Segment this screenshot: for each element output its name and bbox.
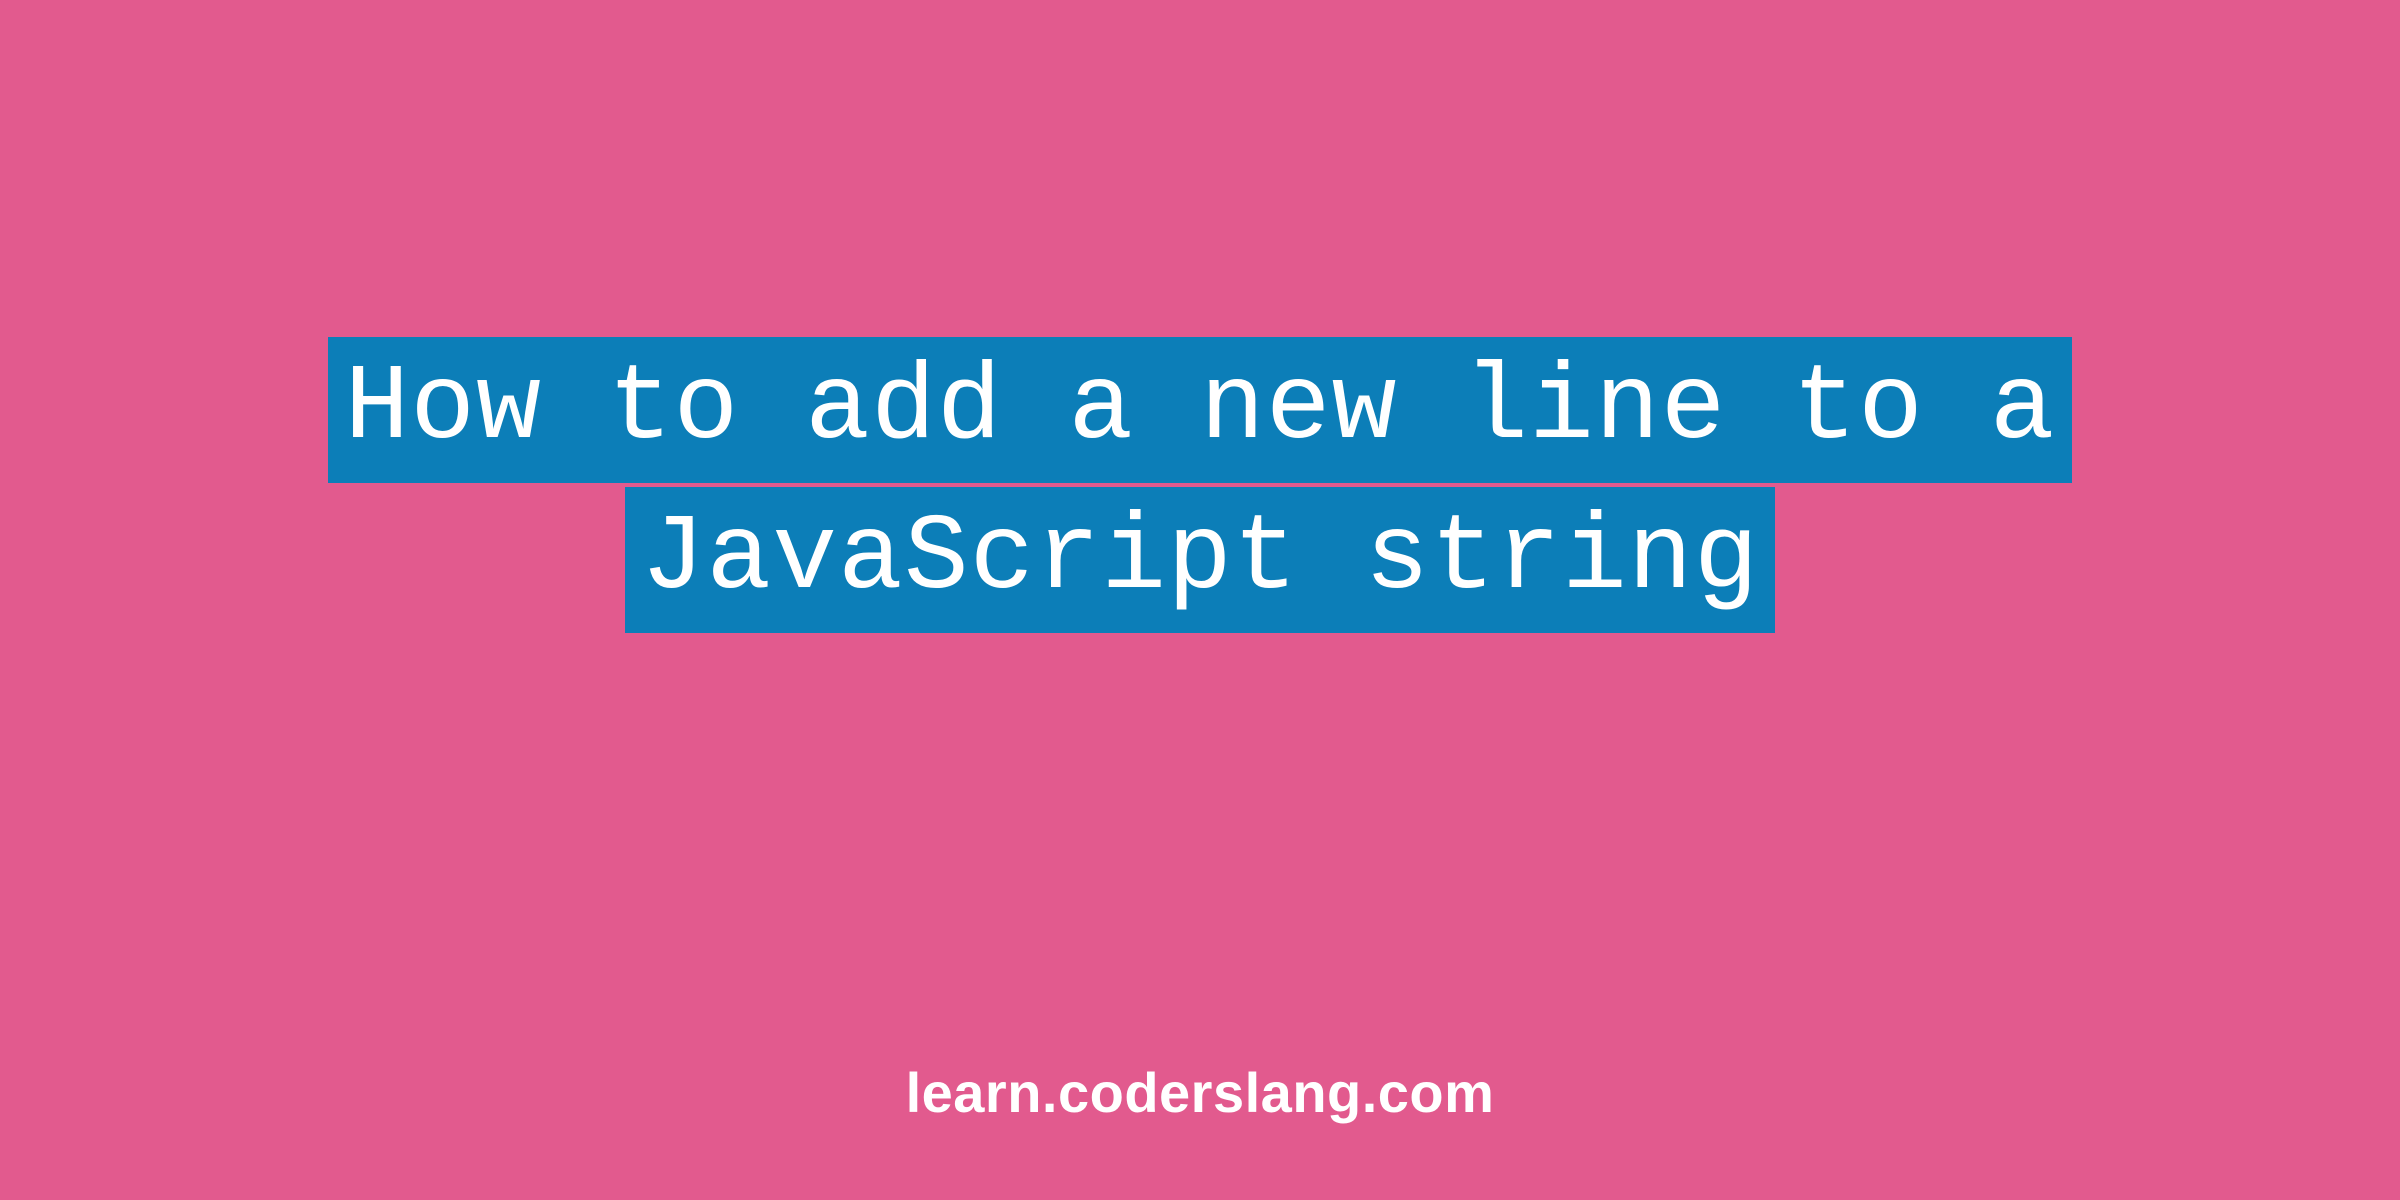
title-line-2: JavaScript string: [625, 487, 1776, 633]
article-title: How to add a new line to a JavaScript st…: [0, 337, 2400, 633]
title-line-1: How to add a new line to a: [328, 337, 2071, 483]
site-domain: learn.coderslang.com: [0, 1060, 2400, 1125]
